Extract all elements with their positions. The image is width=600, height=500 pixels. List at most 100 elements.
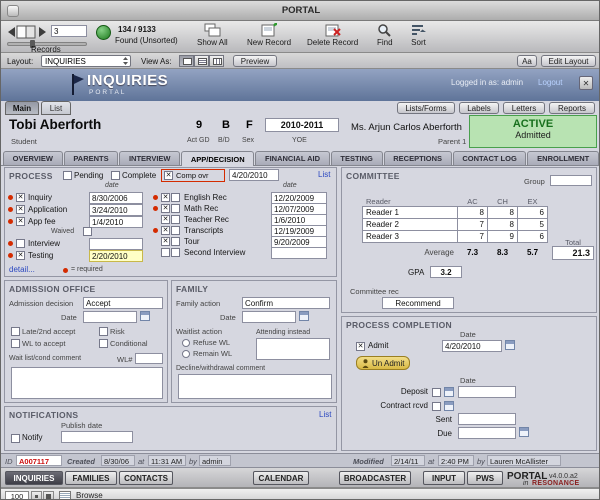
tab-app-decision[interactable]: APP/DECISION bbox=[181, 151, 255, 166]
late-2nd-accept-checkbox[interactable] bbox=[11, 327, 20, 336]
attending-instead-field[interactable] bbox=[256, 338, 330, 360]
view-form-button[interactable] bbox=[179, 55, 194, 67]
nav-contacts-button[interactable]: CONTACTS bbox=[119, 471, 173, 485]
remain-wl-radio[interactable] bbox=[182, 350, 190, 358]
un-admit-button[interactable]: Un Admit bbox=[356, 356, 411, 370]
calendar-icon[interactable] bbox=[519, 427, 529, 437]
notify-checkbox[interactable] bbox=[11, 434, 20, 443]
tab-main[interactable]: Main bbox=[5, 101, 39, 115]
math-rec-checkbox-2[interactable] bbox=[171, 204, 180, 213]
transcripts-checkbox-2[interactable] bbox=[171, 226, 180, 235]
wl-to-accept-checkbox[interactable] bbox=[11, 339, 20, 348]
contract-rcvd-checkbox[interactable] bbox=[432, 402, 441, 411]
risk-checkbox[interactable] bbox=[99, 327, 108, 336]
teacher-rec-checkbox[interactable] bbox=[161, 215, 170, 224]
zoom-level[interactable]: 100 bbox=[5, 491, 29, 499]
layout-selector[interactable]: INQUIRIES bbox=[41, 55, 131, 67]
delete-record-button[interactable]: Delete Record bbox=[307, 23, 358, 47]
tab-overview[interactable]: OVERVIEW bbox=[3, 151, 63, 165]
group-field[interactable] bbox=[550, 175, 592, 186]
teacher-rec-checkbox-2[interactable] bbox=[171, 215, 180, 224]
mode-label[interactable]: Browse bbox=[76, 491, 103, 499]
wl-number-field[interactable] bbox=[135, 353, 163, 364]
find-button[interactable]: Find bbox=[377, 23, 393, 47]
calendar-icon[interactable] bbox=[444, 387, 454, 397]
second-interview-checkbox[interactable] bbox=[161, 248, 170, 257]
sent-field[interactable] bbox=[458, 413, 516, 425]
family-date-field[interactable] bbox=[242, 311, 296, 323]
logout-link[interactable]: Logout bbox=[538, 78, 562, 87]
reader-3-name[interactable]: Reader 3 bbox=[362, 230, 458, 243]
calendar-icon[interactable] bbox=[505, 340, 515, 350]
tab-interview[interactable]: INTERVIEW bbox=[119, 151, 181, 165]
nav-broadcaster-button[interactable]: BROADCASTER bbox=[339, 471, 411, 485]
comp-ovr-date[interactable]: 4/20/2010 bbox=[229, 169, 279, 181]
due-field[interactable] bbox=[458, 427, 516, 439]
process-list-link[interactable]: List bbox=[318, 170, 330, 179]
comp-ovr-checkbox[interactable] bbox=[164, 171, 173, 180]
waitlist-comment-textarea[interactable] bbox=[11, 367, 163, 399]
zoom-in-button[interactable] bbox=[43, 491, 54, 499]
app-fee-checkbox[interactable] bbox=[16, 217, 25, 226]
tour-checkbox-2[interactable] bbox=[171, 237, 180, 246]
current-record-input[interactable]: 3 bbox=[51, 25, 87, 37]
nav-input-button[interactable]: INPUT bbox=[423, 471, 465, 485]
detail-link[interactable]: detail... bbox=[9, 265, 35, 274]
publish-date-field[interactable] bbox=[61, 431, 133, 443]
show-all-button[interactable]: Show All bbox=[197, 23, 228, 47]
tab-contact-log[interactable]: CONTACT LOG bbox=[452, 151, 527, 165]
calendar-icon[interactable] bbox=[140, 311, 150, 321]
view-list-button[interactable] bbox=[194, 55, 209, 67]
math-rec-checkbox[interactable] bbox=[161, 204, 170, 213]
inquiry-checkbox[interactable] bbox=[16, 193, 25, 202]
nav-pws-button[interactable]: PWS bbox=[467, 471, 503, 485]
reports-button[interactable]: Reports bbox=[549, 102, 595, 114]
format-aa-button[interactable]: Aa bbox=[517, 55, 537, 67]
tab-receptions[interactable]: RECEPTIONS bbox=[383, 151, 452, 165]
labels-button[interactable]: Labels bbox=[459, 102, 499, 114]
tab-testing[interactable]: TESTING bbox=[330, 151, 383, 165]
mode-icon[interactable] bbox=[59, 491, 71, 499]
admission-decision-field[interactable]: Accept bbox=[83, 297, 163, 309]
zoom-out-button[interactable] bbox=[31, 491, 42, 499]
interview-checkbox[interactable] bbox=[16, 239, 25, 248]
complete-checkbox[interactable] bbox=[111, 171, 120, 180]
testing-checkbox[interactable] bbox=[16, 251, 25, 260]
tab-parents[interactable]: PARENTS bbox=[63, 151, 119, 165]
application-date[interactable]: 3/24/2010 bbox=[89, 204, 143, 216]
committee-rec-field[interactable]: Recommend bbox=[382, 297, 454, 309]
notifications-list-link[interactable]: List bbox=[319, 410, 331, 419]
tab-financial-aid[interactable]: FINANCIAL AID bbox=[255, 151, 330, 165]
waived-checkbox[interactable] bbox=[83, 227, 92, 236]
application-checkbox[interactable] bbox=[16, 205, 25, 214]
nav-families-button[interactable]: FAMILIES bbox=[65, 471, 117, 485]
admit-date-field[interactable]: 4/20/2010 bbox=[442, 340, 502, 352]
interview-date[interactable] bbox=[89, 238, 143, 250]
deposit-checkbox[interactable] bbox=[432, 388, 441, 397]
sort-button[interactable]: Sort bbox=[411, 23, 426, 47]
app-fee-date[interactable]: 1/4/2010 bbox=[89, 216, 143, 228]
window-icon[interactable] bbox=[7, 5, 19, 17]
family-action-field[interactable]: Confirm bbox=[242, 297, 330, 309]
reader-3-ch[interactable]: 9 bbox=[487, 230, 518, 243]
inquiry-date[interactable]: 8/30/2006 bbox=[89, 192, 143, 204]
pending-checkbox[interactable] bbox=[63, 171, 72, 180]
decline-comment-textarea[interactable] bbox=[178, 374, 332, 399]
deposit-date-field[interactable] bbox=[458, 386, 516, 398]
tab-enrollment[interactable]: ENROLLMENT bbox=[527, 151, 599, 165]
testing-date[interactable]: 2/20/2010 bbox=[89, 250, 143, 262]
lists-forms-button[interactable]: Lists/Forms bbox=[397, 102, 455, 114]
nav-inquiries-button[interactable]: INQUIRIES bbox=[5, 471, 63, 485]
gpa-field[interactable]: 3.2 bbox=[430, 266, 462, 278]
admission-date-field[interactable] bbox=[83, 311, 137, 323]
conditional-checkbox[interactable] bbox=[99, 339, 108, 348]
edit-layout-button[interactable]: Edit Layout bbox=[541, 55, 596, 67]
admit-checkbox[interactable] bbox=[356, 342, 365, 351]
english-rec-checkbox[interactable] bbox=[161, 193, 170, 202]
transcripts-checkbox[interactable] bbox=[161, 226, 170, 235]
reader-3-ac[interactable]: 7 bbox=[457, 230, 488, 243]
tour-checkbox[interactable] bbox=[161, 237, 170, 246]
english-rec-checkbox-2[interactable] bbox=[171, 193, 180, 202]
letters-button[interactable]: Letters bbox=[503, 102, 545, 114]
view-table-button[interactable] bbox=[209, 55, 224, 67]
